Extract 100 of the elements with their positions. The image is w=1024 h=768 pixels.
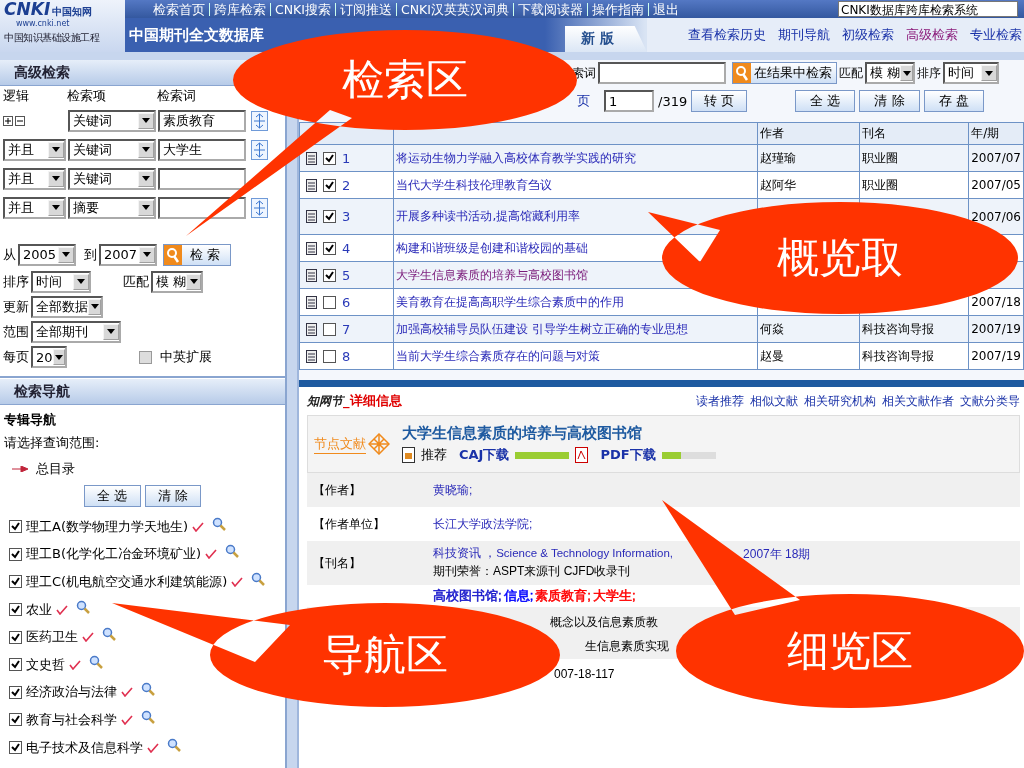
checkmark-icon[interactable] (147, 742, 159, 753)
checkbox[interactable] (323, 295, 336, 309)
checkmark-icon[interactable] (192, 521, 205, 532)
category-link[interactable]: 农业 (26, 600, 52, 619)
document-icon[interactable] (306, 349, 317, 363)
nav-link[interactable]: 操作指南 (586, 2, 648, 16)
magnifier-icon[interactable] (141, 682, 155, 697)
action-button[interactable]: 存 盘 (923, 90, 984, 112)
go-button[interactable]: 转 页 (691, 90, 748, 112)
issue-link[interactable]: 2007年 18期 (743, 546, 811, 563)
nav-link[interactable]: CNKI搜索 (270, 2, 335, 16)
related-link[interactable]: 相关研究机构 (804, 392, 876, 410)
tree-root-link[interactable]: 总目录 (36, 460, 75, 478)
download-link[interactable]: PDF下载 (600, 446, 656, 464)
mode-link[interactable]: 专业检索 (970, 26, 1022, 44)
action-button[interactable]: 清 除 (859, 90, 920, 112)
plus-icon[interactable] (3, 115, 13, 126)
category-link[interactable]: 电子技术及信息科学 (26, 738, 143, 757)
nav-link[interactable]: 跨库检索 (209, 2, 270, 16)
checkmark-icon[interactable] (82, 632, 94, 643)
dropdown[interactable]: 全部数据 (31, 295, 103, 318)
category-link[interactable]: 经济政治与法律 (26, 683, 117, 702)
dropdown[interactable]: 模 糊 (151, 270, 203, 293)
value-link[interactable]: 黄晓瑜; (433, 481, 473, 499)
action-button[interactable]: 清 除 (144, 485, 201, 507)
dropdown[interactable]: 关键词 (68, 138, 156, 161)
dropdown[interactable]: 2007 (99, 243, 157, 266)
related-link[interactable]: 文献分类导 (960, 392, 1020, 410)
mode-link[interactable]: 高级检索 (906, 26, 958, 44)
search-term-field[interactable] (158, 196, 246, 219)
checkmark-icon[interactable] (231, 577, 244, 587)
magnifier-icon[interactable] (167, 737, 181, 752)
checkmark-icon[interactable] (205, 549, 218, 560)
checkbox[interactable] (9, 741, 22, 755)
document-icon[interactable] (306, 178, 317, 192)
expand-icon[interactable] (251, 139, 268, 160)
magnifier-icon[interactable] (212, 516, 227, 531)
magnifier-icon[interactable] (89, 654, 103, 669)
category-link[interactable]: 理工A(数学物理力学天地生) (26, 517, 189, 536)
document-icon[interactable] (306, 241, 317, 255)
dropdown[interactable]: 全部期刊 (31, 320, 121, 343)
dropdown[interactable]: 20 (31, 346, 67, 368)
category-link[interactable]: 理工C(机电航空交通水利建筑能源) (26, 573, 228, 591)
download-link[interactable]: CAJ下载 (459, 446, 510, 464)
checkbox[interactable] (9, 547, 22, 561)
checkmark-icon[interactable] (69, 659, 81, 670)
dropdown[interactable]: 模 糊 (865, 62, 915, 84)
checkbox[interactable] (323, 241, 336, 255)
magnifier-icon[interactable] (251, 572, 266, 586)
magnifier-icon[interactable] (225, 544, 240, 559)
version-tab[interactable]: 新 版 (565, 26, 647, 52)
document-icon[interactable] (306, 151, 317, 165)
nav-link[interactable]: 退出 (647, 2, 683, 16)
category-link[interactable]: 医药卫生 (26, 628, 78, 647)
search-term-field[interactable]: 素质教育 (158, 109, 246, 132)
category-link[interactable]: 文史哲 (26, 655, 65, 674)
value-link[interactable]: 高校图书馆; (433, 587, 502, 605)
related-link[interactable]: 相关文献作者 (882, 392, 954, 410)
value-link[interactable]: 长江大学政法学院; (433, 515, 533, 533)
checkmark-icon[interactable] (121, 714, 133, 725)
expand-icon[interactable] (251, 197, 268, 218)
minus-icon[interactable] (15, 115, 25, 126)
nav-link[interactable]: 检索首页 (149, 2, 209, 16)
dropdown[interactable]: 关键词 (68, 109, 156, 132)
mode-link[interactable]: 查看检索历史 (688, 26, 766, 44)
system-field[interactable]: CNKI数据库跨库检索系统 (838, 1, 1018, 17)
dropdown[interactable]: 2005 (18, 243, 76, 266)
action-button[interactable]: 全 选 (795, 90, 856, 112)
checkbox[interactable] (9, 658, 22, 672)
checkbox[interactable] (323, 210, 336, 223)
related-link[interactable]: 相似文献 (750, 392, 798, 410)
checkbox[interactable] (9, 603, 22, 617)
dropdown[interactable]: 并且 (3, 196, 66, 219)
checkbox[interactable] (323, 322, 336, 336)
search-term-field[interactable]: 大学生 (158, 138, 246, 161)
checkbox[interactable] (323, 349, 336, 363)
nav-link[interactable]: 订阅推送 (334, 2, 396, 16)
journal-link[interactable]: 科技资讯 ，Science & Technology Information, (433, 546, 674, 563)
related-link[interactable]: 读者推荐 (696, 392, 744, 410)
search-term-field[interactable] (158, 167, 246, 190)
checkbox[interactable] (139, 350, 152, 364)
document-icon[interactable] (306, 268, 317, 282)
expand-icon[interactable] (251, 110, 268, 131)
search-button[interactable]: 检 索 (163, 243, 232, 266)
action-button[interactable]: 全 选 (84, 485, 141, 507)
search-field[interactable] (598, 62, 726, 84)
nav-link[interactable]: 下载阅读器 (512, 2, 587, 16)
value-link[interactable]: 信息; (503, 587, 534, 605)
checkbox[interactable] (9, 520, 22, 534)
dropdown[interactable]: 并且 (3, 167, 66, 190)
magnifier-icon[interactable] (102, 627, 116, 642)
nav-link[interactable]: CNKI汉英英汉词典 (395, 2, 513, 16)
document-icon[interactable] (306, 210, 317, 223)
value-link[interactable]: 大学生; (592, 587, 636, 605)
dropdown[interactable]: 时间 (943, 62, 999, 84)
checkbox[interactable] (9, 575, 22, 589)
page-link[interactable]: 页 (577, 92, 590, 110)
mode-link[interactable]: 初级检索 (842, 26, 894, 44)
value-link[interactable]: 素质教育; (535, 587, 591, 605)
checkbox[interactable] (9, 713, 22, 727)
